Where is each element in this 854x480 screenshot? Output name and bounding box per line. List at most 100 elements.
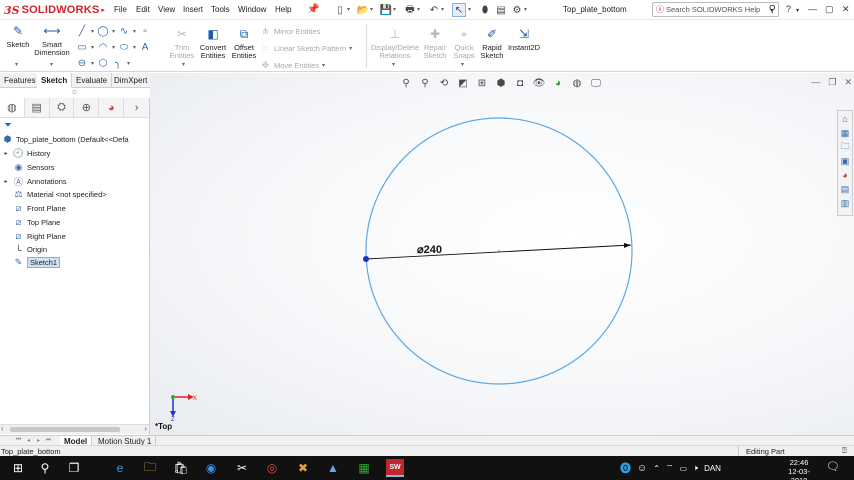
menu-file[interactable]: File xyxy=(114,5,127,14)
filter-icon[interactable]: ⏷ xyxy=(4,120,12,131)
tree-horizontal-scrollbar[interactable]: ‹ › xyxy=(0,424,149,434)
snaps-dropdown-icon[interactable]: ▾ xyxy=(461,61,464,68)
tree-item-top-plane[interactable]: ⧄ Top Plane xyxy=(2,216,61,229)
print-dropdown-icon[interactable]: ▾ xyxy=(417,6,420,13)
app-triangle-icon[interactable]: ▲ xyxy=(324,459,342,477)
sketch-dropdown-icon[interactable]: ▾ xyxy=(15,61,18,68)
menu-edit[interactable]: Edit xyxy=(136,5,150,14)
tree-item-annotations[interactable]: ▸ Ⓐ Annotations xyxy=(2,175,66,188)
menu-help[interactable]: Help xyxy=(275,5,291,14)
tab-evaluate[interactable]: Evaluate xyxy=(72,73,113,88)
search-dropdown-icon[interactable]: ▾ xyxy=(770,7,773,14)
trim-entities-button[interactable]: ✂ Trim Entities xyxy=(168,26,196,60)
circle-center-point[interactable] xyxy=(498,250,500,252)
point-icon[interactable]: ▫ xyxy=(139,25,151,37)
taskbar-clock[interactable]: 22:46 12-03-2018 xyxy=(780,458,818,480)
panel-more-icon[interactable]: › xyxy=(124,98,149,117)
custom-properties-icon[interactable]: ▤ xyxy=(839,183,851,195)
taskbar-search-icon[interactable]: ⚲ xyxy=(36,459,54,477)
app-chart-icon[interactable]: ▦ xyxy=(355,459,373,477)
first-tab-icon[interactable]: ⏮ xyxy=(14,436,23,445)
help-dropdown-icon[interactable]: ▾ xyxy=(796,7,799,14)
display-delete-relations-button[interactable]: ⊥ Display/Delete Relations xyxy=(370,26,420,60)
scroll-left-icon[interactable]: ‹ xyxy=(1,424,4,433)
menu-window[interactable]: Window xyxy=(238,5,266,14)
dimxpertmanager-tab-icon[interactable]: ⊕ xyxy=(74,98,100,117)
tree-item-material[interactable]: ⚖ Material <not specified> xyxy=(2,188,106,201)
action-center-icon[interactable]: 🗨 xyxy=(826,460,840,473)
battery-icon[interactable]: ▭ xyxy=(679,464,687,473)
linear-sketch-pattern-button[interactable]: ⁙ Linear Sketch Pattern ▾ xyxy=(260,43,352,54)
traffic-light-icon[interactable]: ⬮ xyxy=(478,3,492,17)
menu-insert[interactable]: Insert xyxy=(183,5,203,14)
windows-start-icon[interactable]: ⊞ xyxy=(9,459,27,477)
expand-arrow-icon[interactable]: ▸ xyxy=(2,178,10,185)
save-icon[interactable]: 💾 xyxy=(379,3,393,17)
slot-icon[interactable]: ⊖ xyxy=(76,57,88,69)
new-dropdown-icon[interactable]: ▾ xyxy=(347,6,350,13)
last-tab-icon[interactable]: ⏭ xyxy=(44,436,53,445)
tree-item-right-plane[interactable]: ⧄ Right Plane xyxy=(2,230,66,243)
sketch-canvas[interactable]: ⌀240 X Z xyxy=(150,73,854,435)
appearances-icon[interactable]: ◕ xyxy=(839,169,851,181)
design-library-icon[interactable]: ▦ xyxy=(839,127,851,139)
prev-tab-icon[interactable]: ◂ xyxy=(24,436,33,445)
save-dropdown-icon[interactable]: ▾ xyxy=(393,6,396,13)
pin-icon[interactable]: 📌 xyxy=(307,4,319,15)
line-icon[interactable]: ╱ xyxy=(76,25,88,37)
fillet-icon[interactable]: ╮ xyxy=(112,57,124,69)
rapid-sketch-button[interactable]: ✐ Rapid Sketch xyxy=(478,26,506,60)
menu-view[interactable]: View xyxy=(158,5,175,14)
tree-root[interactable]: ⬢ Top_plate_bottom (Default<<Defa xyxy=(2,133,129,146)
select-dropdown-icon[interactable]: ▾ xyxy=(468,6,471,13)
solidworks-logo[interactable]: 3S SOLIDWORKS ▸ xyxy=(4,3,105,17)
rectangle-icon[interactable]: ▭ xyxy=(76,41,88,53)
status-help-icon[interactable]: ⍰ xyxy=(842,446,847,456)
repair-sketch-button[interactable]: ✚ Repair Sketch xyxy=(422,26,448,60)
dimension-line[interactable] xyxy=(365,244,632,260)
task-view-icon[interactable]: ❐ xyxy=(65,459,83,477)
next-tab-icon[interactable]: ▸ xyxy=(34,436,43,445)
file-explorer-icon[interactable]: 🗀 xyxy=(839,141,851,153)
help-search-input[interactable]: ⓢ Search SOLIDWORKS Help ⚲ xyxy=(652,2,779,17)
convert-entities-button[interactable]: ◧ Convert Entities xyxy=(198,26,228,60)
app-snip-icon[interactable]: ✂ xyxy=(233,459,251,477)
move-entities-button[interactable]: ✥ Move Entities ▾ xyxy=(260,60,352,71)
minimize-icon[interactable]: — xyxy=(808,4,817,14)
trim-dropdown-icon[interactable]: ▾ xyxy=(182,61,185,68)
expand-arrow-icon[interactable]: ▸ xyxy=(2,150,10,157)
tab-features[interactable]: Features xyxy=(0,73,41,88)
circle-icon[interactable]: ◯ xyxy=(97,25,109,37)
configurationmanager-tab-icon[interactable]: ⛭ xyxy=(50,98,75,117)
panel-expand-icon[interactable]: ⊙ xyxy=(72,89,77,96)
store-icon[interactable]: 🛍 xyxy=(172,459,190,477)
spline-icon[interactable]: ∿ xyxy=(118,25,130,37)
tree-item-origin[interactable]: └ Origin xyxy=(2,243,47,256)
tray-expand-icon[interactable]: ⌃ xyxy=(653,464,660,473)
dimension-dropdown-icon[interactable]: ▾ xyxy=(50,61,53,68)
file-explorer-icon[interactable]: 🗀 xyxy=(141,459,159,477)
arc-icon[interactable]: ◠ xyxy=(97,41,109,53)
smart-dimension-button[interactable]: ⟷ Smart Dimension xyxy=(33,23,71,57)
options-dropdown-icon[interactable]: ▾ xyxy=(524,6,527,13)
relations-dropdown-icon[interactable]: ▾ xyxy=(392,61,395,68)
diameter-dimension-label[interactable]: ⌀240 xyxy=(417,244,442,256)
tree-item-sensors[interactable]: ◉ Sensors xyxy=(2,161,55,174)
text-icon[interactable]: A xyxy=(139,41,151,53)
scroll-right-icon[interactable]: › xyxy=(144,424,147,433)
displaymanager-tab-icon[interactable]: ◕ xyxy=(99,98,125,117)
quick-snaps-button[interactable]: ⌖ Quick Snaps xyxy=(452,26,476,60)
tree-item-sketch1[interactable]: ✎ Sketch1 xyxy=(2,256,61,269)
instant2d-button[interactable]: ⇲ Instant2D xyxy=(507,26,541,52)
undo-icon[interactable]: ↶ xyxy=(427,3,441,17)
network-icon[interactable]: ⌔ xyxy=(666,463,674,473)
tab-sketch[interactable]: Sketch xyxy=(37,73,73,88)
options-gear-icon[interactable]: ⚙ xyxy=(510,3,524,17)
language-indicator[interactable]: DAN xyxy=(704,464,721,473)
chrome-icon[interactable]: ◎ xyxy=(263,459,281,477)
new-document-icon[interactable]: ▯ xyxy=(333,3,347,17)
circle-edge-point[interactable] xyxy=(363,256,369,262)
maximize-icon[interactable]: ▢ xyxy=(825,4,834,15)
solidworks-forum-icon[interactable]: ▥ xyxy=(839,197,851,209)
tree-item-front-plane[interactable]: ⧄ Front Plane xyxy=(2,202,66,215)
